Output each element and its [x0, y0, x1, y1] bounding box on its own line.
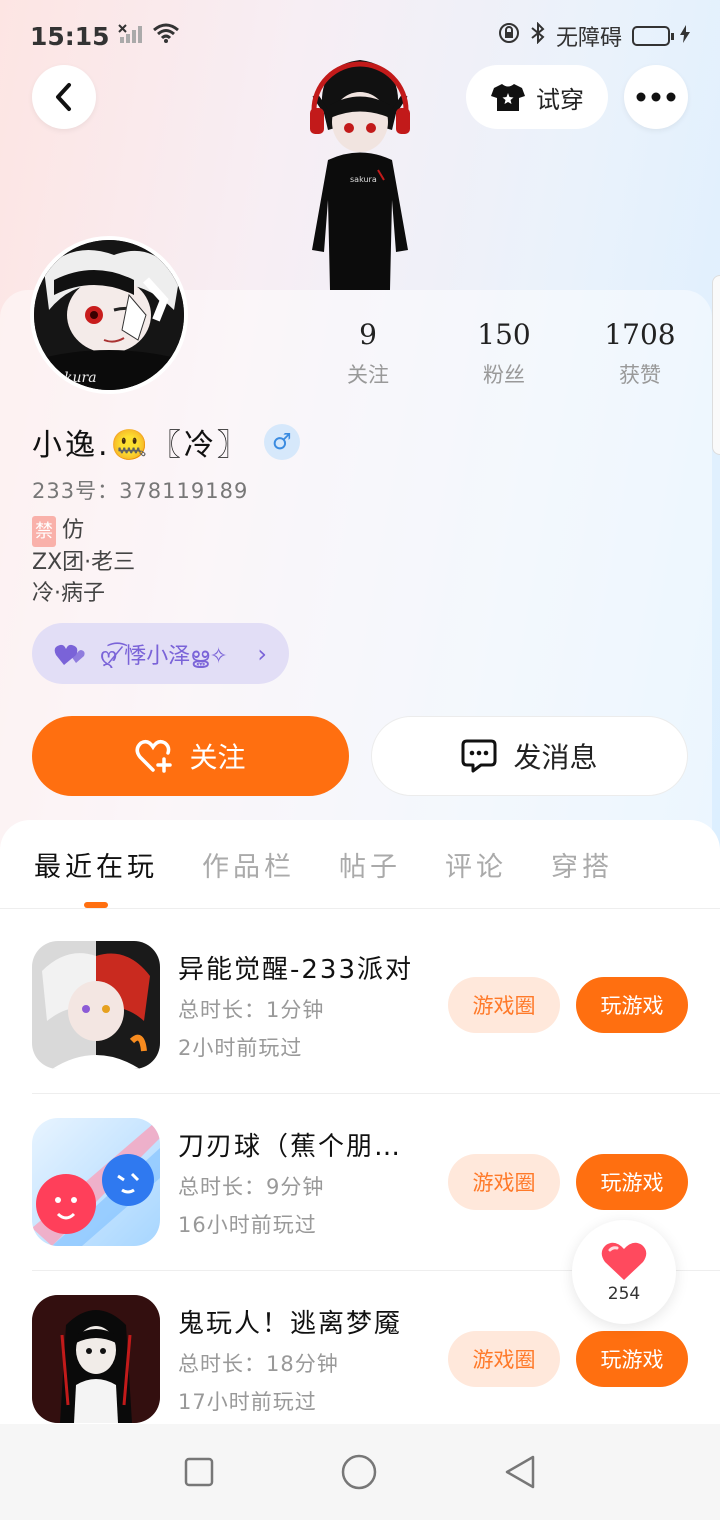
- stat-label: 粉丝: [483, 363, 525, 387]
- game-title: 异能觉醒-233派对: [178, 954, 414, 985]
- like-count: 254: [607, 1284, 641, 1304]
- stat-likes[interactable]: 1708 获赞: [572, 318, 708, 389]
- tab-comments[interactable]: 评论: [445, 845, 507, 884]
- double-heart-icon: [54, 644, 85, 665]
- home-icon[interactable]: [340, 1453, 378, 1491]
- game-last-played: 17小时前玩过: [178, 1389, 317, 1414]
- try-on-button[interactable]: 试穿: [466, 65, 608, 129]
- battery-icon: [632, 26, 674, 46]
- list-divider: [32, 1093, 720, 1094]
- stat-followers[interactable]: 150 粉丝: [436, 318, 572, 389]
- game-title: 鬼玩人！逃离梦魇: [178, 1308, 403, 1339]
- user-id: 233号：378119189: [32, 479, 249, 503]
- chevron-left-icon: [56, 83, 71, 111]
- chevron-right-icon: ›: [257, 639, 267, 668]
- game-icon-awakening[interactable]: [32, 941, 160, 1069]
- stat-following[interactable]: 9 关注: [300, 318, 436, 389]
- floating-like-button[interactable]: 254: [572, 1220, 676, 1324]
- nickname-row: 小逸.🤐〖冷〗 ♂: [32, 420, 300, 464]
- back-button[interactable]: [32, 65, 96, 129]
- send-message-button[interactable]: 发消息: [371, 716, 688, 796]
- relation-label: ღ͡ ̸悸小泽ൠ✧: [100, 643, 228, 669]
- bio-line: 禁仿: [32, 515, 135, 547]
- recent-apps-icon[interactable]: [183, 1456, 215, 1488]
- tab-recently-played[interactable]: 最近在玩: [34, 845, 158, 884]
- avatar[interactable]: kura: [30, 236, 188, 394]
- profile-tabs: 最近在玩 作品栏 帖子 评论 穿搭: [0, 820, 720, 908]
- profile-bio: 禁仿 ZX团·老三 冷·病子: [32, 515, 135, 609]
- system-nav-bar: [0, 1424, 720, 1520]
- game-circle-button[interactable]: 游戏圈: [448, 977, 560, 1033]
- tab-outfits[interactable]: 穿搭: [551, 845, 613, 884]
- game-title: 刀刃球（蕉个朋友）: [178, 1131, 418, 1162]
- follow-button[interactable]: 关注: [32, 716, 349, 796]
- signal-icon: [117, 22, 144, 50]
- svg-text:kura: kura: [64, 370, 97, 386]
- game-circle-button[interactable]: 游戏圈: [448, 1331, 560, 1387]
- game-info: 鬼玩人！逃离梦魇 总时长：18分钟 17小时前玩过: [178, 1303, 418, 1416]
- lock-rotation-icon: [498, 22, 520, 50]
- heart-plus-icon: [135, 739, 173, 773]
- side-drawer-handle[interactable]: [712, 275, 720, 455]
- game-duration: 总时长：9分钟: [178, 1174, 325, 1199]
- nickname: 小逸.🤐〖冷〗: [32, 428, 250, 463]
- game-list-item[interactable]: 刀刃球（蕉个朋友） 总时长：9分钟 16小时前玩过 游戏圈 玩游戏: [32, 1117, 688, 1247]
- chat-bubble-icon: [461, 739, 497, 773]
- game-list-item[interactable]: 异能觉醒-233派对 总时长：1分钟 2小时前玩过 游戏圈 玩游戏: [32, 940, 688, 1070]
- game-duration: 总时长：1分钟: [178, 997, 325, 1022]
- game-list-item[interactable]: 鬼玩人！逃离梦魇 总时长：18分钟 17小时前玩过 游戏圈 玩游戏: [32, 1294, 688, 1424]
- bluetooth-icon: [530, 21, 546, 50]
- game-last-played: 16小时前玩过: [178, 1212, 317, 1237]
- tshirt-icon: [491, 84, 525, 111]
- game-duration: 总时长：18分钟: [178, 1351, 339, 1376]
- play-game-button[interactable]: 玩游戏: [576, 1154, 688, 1210]
- play-game-button[interactable]: 玩游戏: [576, 977, 688, 1033]
- game-last-played: 2小时前玩过: [178, 1035, 303, 1060]
- game-info: 刀刃球（蕉个朋友） 总时长：9分钟 16小时前玩过: [178, 1126, 418, 1239]
- tabs-divider: [0, 908, 720, 909]
- stat-value: 9: [359, 318, 377, 351]
- back-triangle-icon[interactable]: [503, 1454, 537, 1490]
- profile-stats: 9 关注 150 粉丝 1708 获赞: [300, 318, 708, 389]
- bio-line-text: 仿: [62, 518, 85, 543]
- stat-label: 关注: [347, 363, 389, 387]
- bio-line: 冷·病子: [32, 581, 105, 606]
- heart-icon: [601, 1242, 647, 1280]
- bio-line: ZX团·老三: [32, 550, 136, 575]
- bio-mark: 禁: [32, 516, 56, 547]
- game-icon-ghost-escape[interactable]: [32, 1295, 160, 1423]
- tab-posts[interactable]: 帖子: [339, 845, 401, 884]
- game-info: 异能觉醒-233派对 总时长：1分钟 2小时前玩过: [178, 949, 418, 1062]
- try-on-label: 试穿: [536, 85, 584, 114]
- follow-label: 关注: [189, 741, 246, 774]
- male-gender-icon: ♂: [263, 424, 300, 460]
- accessibility-label: 无障碍: [555, 26, 622, 51]
- character-avatar-figure[interactable]: sakura: [300, 50, 420, 290]
- stat-value: 1708: [604, 318, 676, 351]
- relation-card-button[interactable]: ღ͡ ̸悸小泽ൠ✧ ›: [32, 623, 289, 684]
- more-options-button[interactable]: [624, 65, 688, 129]
- game-icon-blade-ball[interactable]: [32, 1118, 160, 1246]
- stat-label: 获赞: [619, 363, 661, 387]
- more-dots-icon: [636, 92, 676, 102]
- charging-icon: [680, 24, 690, 49]
- status-time: 15:15: [30, 21, 110, 51]
- game-circle-button[interactable]: 游戏圈: [448, 1154, 560, 1210]
- play-game-button[interactable]: 玩游戏: [576, 1331, 688, 1387]
- wifi-icon: [152, 22, 180, 50]
- message-label: 发消息: [513, 741, 598, 774]
- stat-value: 150: [477, 318, 531, 351]
- tab-works[interactable]: 作品栏: [202, 845, 295, 884]
- svg-text:sakura: sakura: [350, 175, 377, 184]
